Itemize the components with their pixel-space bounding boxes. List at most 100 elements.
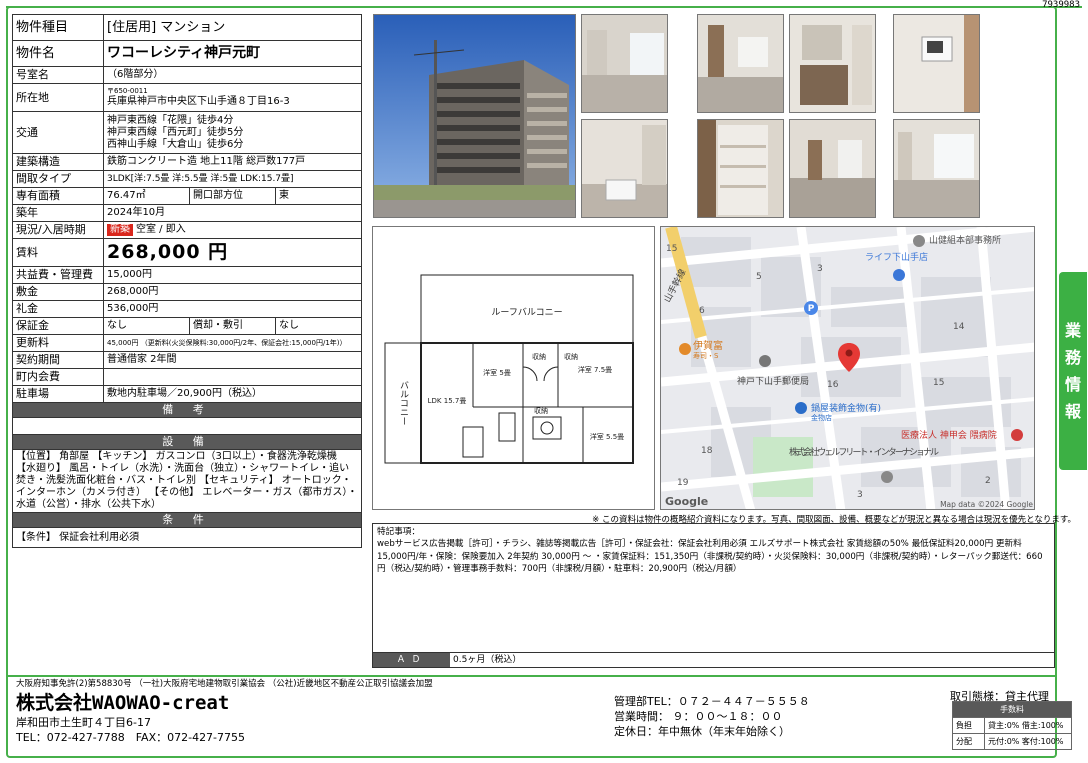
restaurant-icon <box>679 343 691 355</box>
value-built: 2024年10月 <box>103 204 362 222</box>
label-contract: 契約期間 <box>12 351 104 369</box>
interior-photo-washroom[interactable] <box>789 14 876 113</box>
ad-bar: ＡＤ 0.5ヶ月（税込） <box>373 652 1054 667</box>
value-layout: 3LDK[洋:7.5畳 洋:5.5畳 洋:5畳 LDK:15.7畳] <box>103 170 362 188</box>
storage-label: 収納 <box>532 352 546 361</box>
office-icon <box>913 235 925 247</box>
value-parking: 敷地内駐車場／20,900円（税込） <box>103 385 362 403</box>
value-structure: 鉄筋コンクリート造 地上11階 総戸数177戸 <box>103 153 362 171</box>
label-access: 交通 <box>12 111 104 154</box>
property-spec-table: 物件種目 [住居用] マンション 物件名 ワコーレシティ神戸元町 号室名 （6階… <box>12 14 362 548</box>
value-room: （6階部分） <box>103 66 362 84</box>
value-direction: 東 <box>275 187 362 205</box>
value-renewal: 45,000円 （更新料(火災保険料:30,000円/2年、保証会社:15,00… <box>103 334 362 352</box>
value-town-fee <box>103 368 362 386</box>
postal-code: 〒650-0011 <box>107 87 148 96</box>
value-address: 〒650-0011 兵庫県神戸市中央区下山手通８丁目16-3 <box>103 83 362 112</box>
interior-photo-laundry[interactable] <box>581 119 668 218</box>
label-key-money: 礼金 <box>12 300 104 318</box>
value-status: 新築 空室 / 即入 <box>103 221 362 239</box>
location-map[interactable]: 15 5 3 6 14 16 15 18 19 3 2 山健組本部事務所 ライフ… <box>660 226 1035 510</box>
commission-value: 元付:0% 客付:100% <box>984 733 1072 750</box>
map-number: 14 <box>953 322 965 332</box>
map-credit: Map data ©2024 Google <box>940 500 1033 509</box>
label-renewal: 更新料 <box>12 334 104 352</box>
address-text: 兵庫県神戸市中央区下山手通８丁目16-3 <box>107 95 290 107</box>
interior-photo-room[interactable] <box>697 14 784 113</box>
hospital-icon <box>1011 429 1023 441</box>
access-line: 神戸東西線「西元町」徒歩5分 <box>107 126 244 138</box>
special-notes-text: webサービス広告掲載［許可］・チラシ、雑誌等掲載広告［許可］・保証会社：保証会… <box>377 539 1043 575</box>
document-id: 7939983 <box>1042 0 1080 10</box>
value-key-money: 536,000円 <box>103 300 362 318</box>
conditions-header: 条 件 <box>12 512 362 528</box>
map-number: 15 <box>666 244 677 254</box>
value-type: [住居用] マンション <box>103 14 362 41</box>
access-line: 西神山手線「大倉山」徒歩6分 <box>107 138 244 150</box>
storage-label: 収納 <box>564 352 578 361</box>
map-label: 神戸下山手郵便局 <box>737 375 809 387</box>
storage-label: 収納 <box>534 406 548 415</box>
interior-photo-living[interactable] <box>581 14 668 113</box>
room-label: LDK 15.7畳 <box>428 397 467 405</box>
side-tab-char: 業 <box>1064 321 1081 340</box>
floor-plan[interactable]: ルーフバルコニー バルコニー 洋室 5畳 洋室 7.5畳 LDK 15.7畳 洋… <box>372 226 655 510</box>
interior-photo-hallway[interactable] <box>789 119 876 218</box>
map-number: 6 <box>699 306 705 316</box>
label-town-fee: 町内会費 <box>12 368 104 386</box>
commission-value: 貸主:0% 借主:100% <box>984 717 1072 734</box>
label-status: 現況/入居時期 <box>12 221 104 239</box>
map-label: 寿司・S <box>693 351 719 360</box>
map-number: 16 <box>827 380 839 390</box>
room-label: 洋室 7.5畳 <box>578 365 612 374</box>
label-name: 物件名 <box>12 40 104 67</box>
side-tab-char: 務 <box>1064 348 1081 367</box>
map-number: 2 <box>985 476 991 486</box>
commission-key: 分配 <box>952 733 985 750</box>
management-tel: 管理部TEL：０７２－４４７－５５５８ <box>614 695 810 708</box>
interior-photo-bedroom[interactable] <box>893 119 980 218</box>
label-area: 専有面積 <box>12 187 104 205</box>
label-direction: 開口部方位 <box>189 187 276 205</box>
interior-photo-intercom[interactable] <box>893 14 980 113</box>
interior-photo-closet[interactable] <box>697 119 784 218</box>
commission-key: 負担 <box>952 717 985 734</box>
shop-icon <box>893 269 905 281</box>
label-structure: 建築構造 <box>12 153 104 171</box>
label-type: 物件種目 <box>12 14 104 41</box>
value-guarantee: なし <box>103 317 190 335</box>
special-notes-title: 特記事項： <box>377 527 420 537</box>
label-address: 所在地 <box>12 83 104 112</box>
store-icon <box>795 402 807 414</box>
facilities-body: 【位置】 角部屋 【キッチン】 ガスコンロ（3口以上）・食器洗浄乾燥機 【水廻り… <box>12 449 362 513</box>
access-line: 神戸東西線「花隈」徒歩4分 <box>107 114 234 126</box>
commission-table: 手数料 負担 貸主:0% 借主:100% 分配 元付:0% 客付:100% <box>952 701 1072 750</box>
business-hours: 営業時間： ９：００～１８：００ <box>614 710 783 723</box>
post-office-icon <box>759 355 771 367</box>
company-address: 岸和田市土生町４丁目6-17 <box>16 716 151 729</box>
special-notes-box: 特記事項： webサービス広告掲載［許可］・チラシ、雑誌等掲載広告［許可］・保証… <box>372 523 1055 668</box>
balcony-label: バルコニー <box>398 380 409 425</box>
map-number: 15 <box>933 378 944 388</box>
map-label: 山健組本部事務所 <box>929 234 1001 246</box>
roof-balcony-label: ルーフバルコニー <box>491 307 562 318</box>
remarks-body <box>12 417 362 435</box>
map-label: 鍋屋装飾金物(有) <box>811 402 881 414</box>
value-deposit: 268,000円 <box>103 283 362 301</box>
room-label: 洋室 5畳 <box>483 368 511 377</box>
new-build-badge: 新築 <box>107 224 133 236</box>
value-name: ワコーレシティ神戸元町 <box>103 40 362 67</box>
commission-header: 手数料 <box>952 701 1072 718</box>
value-access: 神戸東西線「花隈」徒歩4分 神戸東西線「西元町」徒歩5分 西神山手線「大倉山」徒… <box>103 111 362 154</box>
building-photo[interactable] <box>373 14 576 218</box>
company-name: 株式会社WAOWAO-creat <box>16 692 230 714</box>
label-fee: 共益費・管理費 <box>12 266 104 284</box>
map-number: 19 <box>677 478 689 488</box>
map-label: 伊賀富 <box>693 339 723 352</box>
map-number: 5 <box>756 272 762 282</box>
status-text: 空室 / 即入 <box>136 224 186 235</box>
side-tab-business-info[interactable]: 業 務 情 報 <box>1059 272 1087 470</box>
label-room: 号室名 <box>12 66 104 84</box>
label-deposit: 敷金 <box>12 283 104 301</box>
room-label: 洋室 5.5畳 <box>590 432 624 441</box>
